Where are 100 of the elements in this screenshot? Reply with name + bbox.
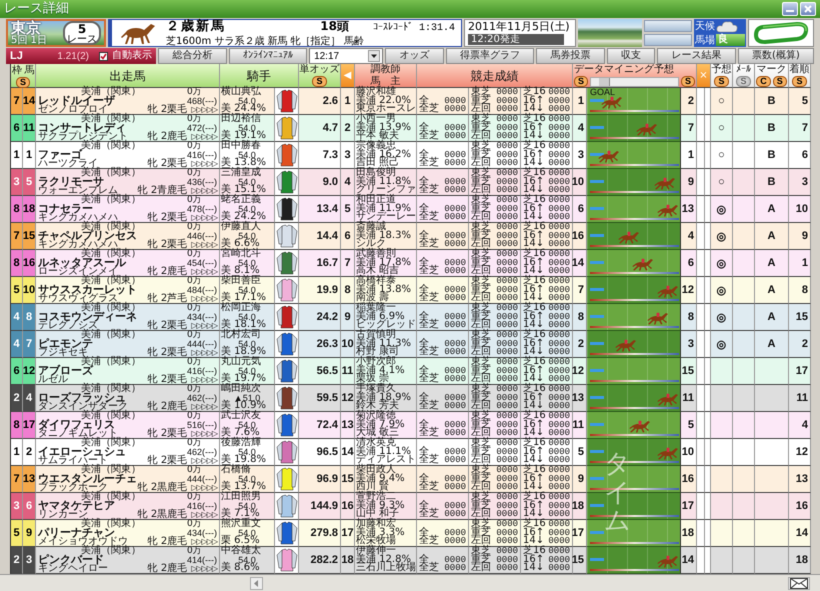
record-label: 14↓ bbox=[523, 510, 544, 519]
record-label: 全芝 bbox=[419, 240, 439, 249]
record-label: 14↓ bbox=[523, 213, 544, 222]
auto-display-checkbox[interactable] bbox=[99, 52, 108, 60]
record-label: 全芝 bbox=[419, 483, 439, 492]
toolbar-button[interactable]: 票数(概算) bbox=[738, 48, 814, 64]
odds-value: 4.7 bbox=[299, 115, 341, 142]
toolbar-button[interactable]: 収支 bbox=[606, 48, 656, 64]
record-value: 0000 bbox=[444, 483, 466, 492]
record-label: 14↓ bbox=[523, 456, 544, 465]
record-value: 0000 bbox=[444, 556, 466, 564]
record-value: 0000 bbox=[548, 304, 570, 313]
record-value: 0000 bbox=[444, 420, 466, 430]
scroll-left-button[interactable] bbox=[250, 576, 263, 590]
toolbar-button[interactable]: 得票率グラフ bbox=[446, 48, 534, 64]
finish-order: 15 bbox=[789, 304, 811, 331]
odds-value: 16.7 bbox=[299, 250, 341, 277]
record-value: 0000 bbox=[444, 456, 466, 465]
record-value: 0000 bbox=[444, 132, 466, 141]
popularity-rank: 18 bbox=[341, 547, 355, 574]
sort-button[interactable]: S bbox=[680, 76, 695, 87]
predicted-order: 10 bbox=[681, 439, 697, 466]
record-label: 重芝 bbox=[471, 178, 491, 186]
body-weight: 444(---) bbox=[186, 474, 217, 484]
toolbar-button[interactable]: 馬券投票 bbox=[536, 48, 605, 64]
mining-rank: 9 bbox=[573, 466, 587, 493]
time-select[interactable]: 12:17 bbox=[309, 48, 384, 64]
jockey-rate: 美 24.2% bbox=[221, 213, 267, 222]
jockey-name: 三浦皇成 bbox=[221, 169, 262, 178]
sort-button[interactable]: S bbox=[772, 76, 787, 87]
start-marker bbox=[590, 315, 604, 318]
popularity-rank: 8 bbox=[341, 277, 355, 304]
mark-grade: A bbox=[755, 304, 789, 331]
horizontal-scrollbar[interactable] bbox=[590, 76, 679, 86]
record-value: 0000 bbox=[496, 448, 518, 456]
jockey-name: 後藤浩輝 bbox=[221, 439, 262, 448]
sex-coat: 牝 2栗毛 bbox=[148, 322, 188, 330]
record-value: 0000 bbox=[444, 448, 466, 456]
body-weight: 436(---) bbox=[186, 177, 217, 187]
horse-number: 2 bbox=[23, 439, 36, 466]
odds-value: 19.9 bbox=[299, 277, 341, 304]
record-value: 0000 bbox=[496, 196, 518, 205]
record-label: 全 bbox=[419, 394, 429, 402]
record-value: 0000 bbox=[496, 331, 518, 340]
toolbar-button[interactable]: ｵﾝﾗｲﾝﾏﾆｭｱﾙ bbox=[228, 48, 308, 64]
toolbar-button[interactable]: オッズ bbox=[385, 48, 444, 64]
prize-money: 0万 bbox=[186, 277, 203, 285]
horse-number: 10 bbox=[23, 277, 36, 304]
record-label: 全芝 bbox=[419, 537, 439, 546]
mark-grade: A bbox=[755, 196, 789, 223]
sort-button[interactable]: S bbox=[16, 76, 30, 88]
record-label: 14↓ bbox=[523, 132, 544, 141]
sort-button[interactable]: C bbox=[756, 76, 771, 87]
record-value: 0000 bbox=[548, 105, 570, 114]
odds-value: 59.5 bbox=[299, 385, 341, 412]
odds-value: 7.3 bbox=[299, 142, 341, 169]
record-label: 重芝 bbox=[471, 474, 491, 484]
owner-name: ビッグレッド bbox=[356, 321, 415, 330]
toolbar-button[interactable]: レース結果 bbox=[657, 48, 736, 64]
jockey-weight: 54.0 bbox=[238, 340, 256, 348]
sire-name: フジキセキ bbox=[38, 349, 88, 357]
record-value: 0000 bbox=[548, 520, 570, 529]
sort-button[interactable]: S bbox=[714, 76, 728, 87]
trainer-name: 古賀慎明 bbox=[356, 331, 396, 340]
checkbox-label: 自動表示 bbox=[112, 49, 152, 63]
toolbar-button[interactable]: 総合分析 bbox=[158, 48, 227, 64]
record-value: 0000 bbox=[496, 429, 518, 438]
record-label: 全 bbox=[419, 204, 429, 214]
sort-button[interactable]: S bbox=[312, 76, 326, 87]
horse-name: イエローシュシュ bbox=[38, 447, 126, 457]
owner-name: 山中 和子 bbox=[356, 510, 400, 519]
predicted-order: 18 bbox=[681, 520, 697, 547]
pace-marks: ▷▷▷▷▷ bbox=[191, 376, 217, 384]
prize-money: 0万 bbox=[186, 493, 203, 501]
stable-text: 美浦（関東） bbox=[80, 358, 141, 366]
record-label: 全芝 bbox=[419, 348, 439, 357]
record-value: 0000 bbox=[496, 213, 518, 222]
jockey-weight: 54.0 bbox=[238, 448, 256, 456]
minimize-button[interactable] bbox=[782, 2, 798, 16]
trainer-name: 小西一男 bbox=[356, 115, 396, 124]
record-value: 0000 bbox=[444, 150, 466, 160]
record-value: 0000 bbox=[444, 429, 466, 438]
horse-name: コスモウンディーネ bbox=[38, 312, 138, 322]
close-button[interactable] bbox=[800, 2, 816, 16]
body-weight: 416(---) bbox=[186, 150, 217, 160]
jockey-weight: 54.0 bbox=[238, 312, 256, 322]
sort-button[interactable]: S bbox=[574, 76, 588, 87]
sort-button[interactable]: S bbox=[792, 76, 806, 87]
mail-button[interactable] bbox=[788, 576, 810, 590]
record-value: 0000 bbox=[496, 204, 518, 214]
record-label: 14↓ bbox=[523, 294, 544, 303]
jockey-rate: 美 6.6% bbox=[221, 240, 260, 249]
start-marker bbox=[590, 153, 604, 156]
popularity-rank: 14 bbox=[341, 439, 355, 466]
post-time: 12:20発走 bbox=[468, 34, 564, 45]
finish-order: 1 bbox=[789, 250, 811, 277]
predicted-order: 17 bbox=[681, 493, 697, 520]
record-value: 0000 bbox=[548, 150, 570, 160]
record-value: 0000 bbox=[548, 348, 570, 357]
jockey-rate: 美 8.6% bbox=[221, 564, 261, 573]
